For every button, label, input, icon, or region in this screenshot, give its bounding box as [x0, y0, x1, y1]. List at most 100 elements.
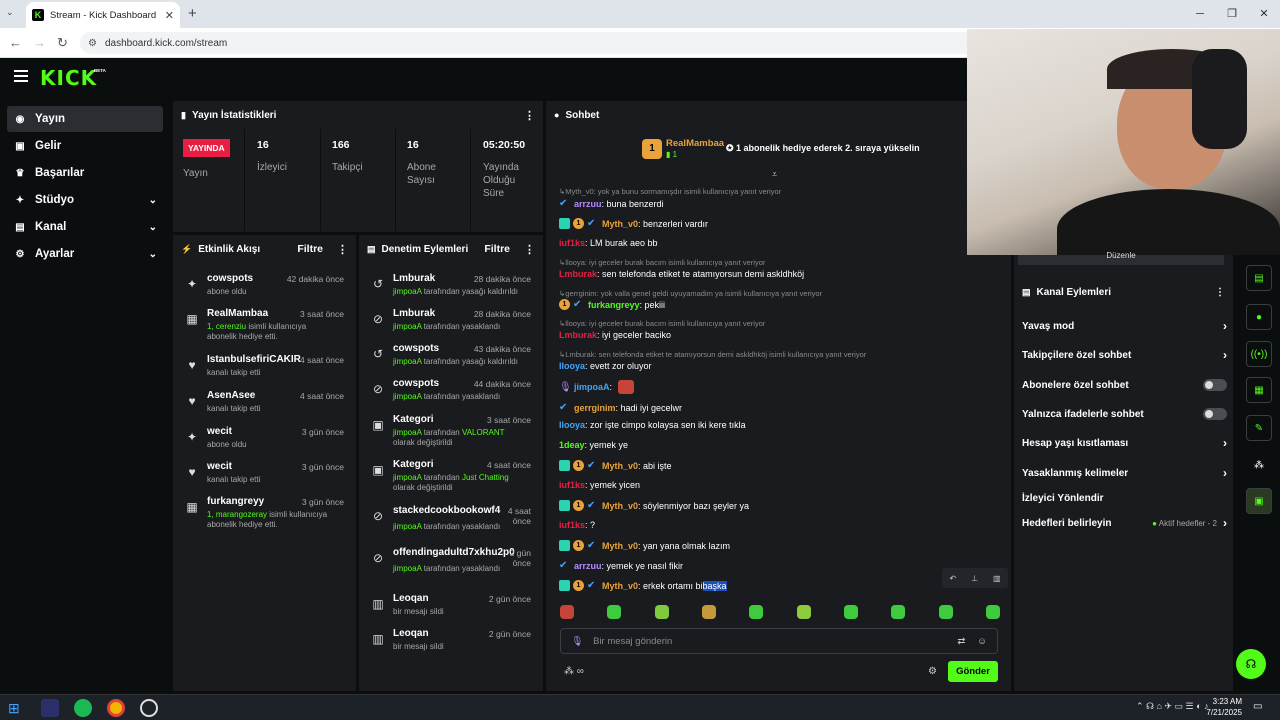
activity-user[interactable]: wecit	[207, 461, 232, 472]
chat-username[interactable]: gerrginim	[574, 403, 616, 413]
toggle-switch[interactable]	[1203, 379, 1227, 391]
more-options-icon[interactable]: ⋮	[1215, 287, 1225, 298]
channel-action-row[interactable]: Hedefleri belirleyin ● Aktif hedefler - 2…	[1022, 512, 1227, 534]
emote-icon[interactable]	[560, 605, 574, 619]
menu-icon[interactable]	[14, 70, 28, 82]
moderation-user[interactable]: Leoqan	[393, 593, 429, 604]
sidebar-item-yayin[interactable]: ◉ Yayın	[7, 106, 163, 132]
close-window-icon[interactable]: ✕	[1248, 0, 1280, 28]
channel-action-row[interactable]: Hesap yaşı kısıtlaması ›	[1022, 432, 1227, 454]
chat-extras-icon[interactable]: ⁂ ∞	[564, 666, 584, 677]
layout-icon[interactable]: ▦	[1246, 377, 1272, 403]
broadcast-icon[interactable]: ((•))	[1246, 341, 1272, 367]
notifications-icon[interactable]: ▭	[1253, 701, 1262, 712]
windows-start-icon[interactable]: ⊞	[8, 699, 26, 717]
chrome-icon[interactable]	[107, 699, 125, 717]
moderator-name[interactable]: jimpoaA	[393, 564, 421, 573]
activity-user[interactable]: wecit	[207, 426, 232, 437]
channel-action-row[interactable]: Abonelere özel sohbet	[1022, 374, 1227, 396]
translate-icon[interactable]: ⇄	[957, 636, 965, 647]
new-tab-icon[interactable]: +	[188, 5, 197, 22]
chat-username[interactable]: Myth_v0	[602, 501, 638, 511]
send-button[interactable]: Gönder	[948, 661, 998, 682]
filter-button[interactable]: Filtre	[297, 243, 323, 255]
moderator-name[interactable]: jimpoaA	[393, 322, 421, 331]
moderation-user[interactable]: cowspots	[393, 343, 439, 354]
chat-username[interactable]: jimpoaA	[574, 382, 610, 392]
chat-username[interactable]: Myth_v0	[602, 581, 638, 591]
restore-icon[interactable]: ❐	[1216, 0, 1248, 28]
moderation-user[interactable]: cowspots	[393, 378, 439, 389]
moderation-user[interactable]: stackedcookbookowf4	[393, 505, 500, 516]
moderator-name[interactable]: jimpoaA	[393, 287, 421, 296]
activity-user[interactable]: RealMambaa	[207, 308, 268, 319]
spotify-icon[interactable]	[74, 699, 92, 717]
minimize-icon[interactable]: ─	[1184, 0, 1216, 28]
support-icon[interactable]: ☊	[1236, 649, 1266, 679]
chat-username[interactable]: iuf1ks	[559, 480, 585, 490]
moderator-name[interactable]: jimpoaA	[393, 357, 421, 366]
reply-icon[interactable]: ↶	[949, 574, 956, 583]
toggle-switch[interactable]	[1203, 408, 1227, 420]
tab-search-icon[interactable]: ⌄	[6, 7, 14, 18]
emote-icon[interactable]	[796, 605, 811, 619]
site-info-icon[interactable]: ⚙	[88, 38, 97, 49]
moderator-name[interactable]: jimpoaA	[393, 522, 421, 531]
chat-username[interactable]: llooya	[559, 361, 585, 371]
mic-icon[interactable]: 🎙	[571, 636, 583, 647]
clapper-icon[interactable]: ▣	[1246, 488, 1272, 514]
chat-username[interactable]: furkangreyy	[588, 300, 640, 310]
emote-icon[interactable]	[938, 605, 953, 619]
chat-username[interactable]: Myth_v0	[602, 541, 638, 551]
moderation-user[interactable]: Kategori	[393, 414, 434, 425]
share-icon[interactable]: ⁂	[1246, 452, 1272, 478]
activity-user[interactable]: AsenAsee	[207, 390, 255, 401]
moderation-user[interactable]: Lmburak	[393, 308, 435, 319]
moderator-name[interactable]: jimpoaA	[393, 473, 421, 482]
channel-action-row[interactable]: Yalnızca ifadelerle sohbet	[1022, 403, 1227, 425]
chat-username[interactable]: 1deay	[559, 440, 585, 450]
close-tab-icon[interactable]: ✕	[165, 9, 174, 22]
more-options-icon[interactable]: ⋮	[524, 109, 535, 122]
sidebar-item-kanal[interactable]: ▤ Kanal ⌄	[7, 214, 163, 240]
emote-icon[interactable]	[891, 605, 906, 619]
moderation-user[interactable]: Leoqan	[393, 628, 429, 639]
filter-button[interactable]: Filtre	[484, 243, 510, 255]
chat-username[interactable]: arrzuu	[574, 561, 602, 571]
chat-username[interactable]: Myth_v0	[602, 461, 638, 471]
chat-username[interactable]: Myth_v0	[602, 219, 638, 229]
pin-icon[interactable]: ⊥	[971, 574, 978, 583]
chat-username[interactable]: iuf1ks	[559, 238, 585, 248]
kick-logo[interactable]: KICK	[40, 66, 97, 90]
chat-bubble-icon[interactable]: ●	[1246, 304, 1272, 330]
chat-input[interactable]: 🎙 Bir mesaj gönderin ⇄ ☺	[560, 628, 998, 654]
emote-icon[interactable]	[985, 605, 1000, 619]
activity-user[interactable]: cowspots	[207, 273, 253, 284]
chat-settings-icon[interactable]: ⚙	[928, 666, 937, 677]
emote-icon[interactable]	[749, 605, 764, 619]
emote-icon[interactable]	[843, 605, 858, 619]
obs-icon[interactable]	[140, 699, 158, 717]
delete-icon[interactable]: ▥	[993, 574, 1001, 583]
activity-user[interactable]: furkangreyy	[207, 496, 264, 507]
moderator-name[interactable]: jimpoaA	[393, 392, 421, 401]
edit-button[interactable]: Düzenle	[1018, 252, 1224, 265]
activity-user[interactable]: IstanbulsefiriCAKIR	[207, 354, 301, 365]
chat-username[interactable]: Lmburak	[559, 330, 597, 340]
emote-icon[interactable]	[701, 605, 716, 619]
emoji-icon[interactable]: ☺	[977, 636, 987, 647]
moderation-user[interactable]: Kategori	[393, 459, 434, 470]
wrench-icon[interactable]: ✎	[1246, 415, 1272, 441]
more-options-icon[interactable]: ⋮	[337, 243, 348, 256]
forward-icon[interactable]: →	[33, 35, 46, 50]
chat-username[interactable]: arrzuu	[574, 199, 602, 209]
pinned-collapse-icon[interactable]: ⩡	[772, 169, 777, 180]
sidebar-item-studyo[interactable]: ✦ Stüdyo ⌄	[7, 187, 163, 213]
reload-icon[interactable]: ↻	[57, 35, 68, 51]
pinned-user[interactable]: RealMambaa	[666, 138, 724, 149]
sidebar-item-basarilar[interactable]: ♛ Başarılar	[7, 160, 163, 186]
app-icon[interactable]	[41, 699, 59, 717]
channel-action-row[interactable]: Yasaklanmış kelimeler ›	[1022, 462, 1227, 484]
channel-action-row[interactable]: İzleyici Yönlendir	[1022, 487, 1227, 509]
channel-action-row[interactable]: Takipçilere özel sohbet ›	[1022, 344, 1227, 366]
